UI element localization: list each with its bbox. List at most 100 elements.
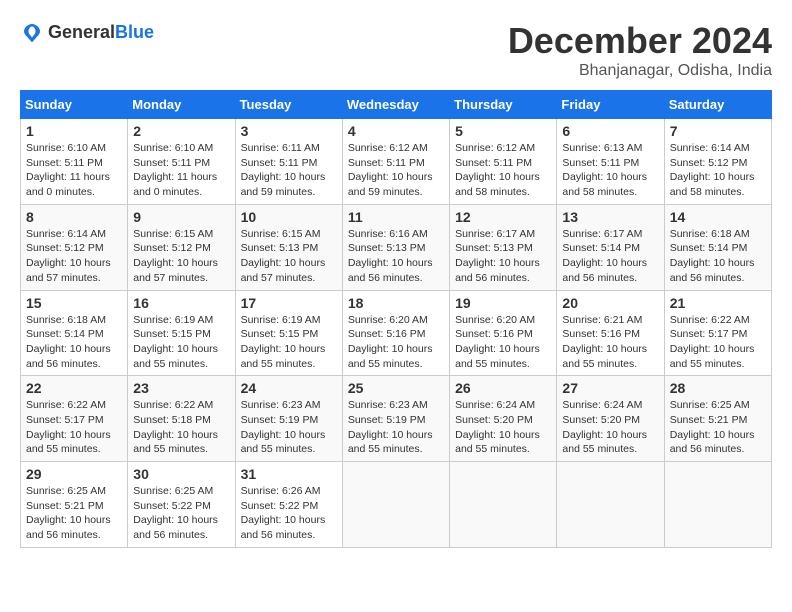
calendar-cell: 20 Sunrise: 6:21 AM Sunset: 5:16 PM Dayl… xyxy=(557,290,664,376)
cell-day-number: 18 xyxy=(348,295,444,311)
cell-info: Sunrise: 6:22 AM Sunset: 5:17 PM Dayligh… xyxy=(670,313,766,372)
calendar-cell: 22 Sunrise: 6:22 AM Sunset: 5:17 PM Dayl… xyxy=(21,376,128,462)
cell-day-number: 7 xyxy=(670,123,766,139)
cell-day-number: 16 xyxy=(133,295,229,311)
weekday-header-cell: Monday xyxy=(128,91,235,119)
calendar-cell: 18 Sunrise: 6:20 AM Sunset: 5:16 PM Dayl… xyxy=(342,290,449,376)
calendar-cell: 2 Sunrise: 6:10 AM Sunset: 5:11 PM Dayli… xyxy=(128,119,235,205)
cell-day-number: 3 xyxy=(241,123,337,139)
cell-day-number: 6 xyxy=(562,123,658,139)
cell-day-number: 13 xyxy=(562,209,658,225)
cell-day-number: 15 xyxy=(26,295,122,311)
calendar-table: SundayMondayTuesdayWednesdayThursdayFrid… xyxy=(20,90,772,548)
cell-day-number: 31 xyxy=(241,466,337,482)
cell-info: Sunrise: 6:20 AM Sunset: 5:16 PM Dayligh… xyxy=(455,313,551,372)
calendar-cell: 8 Sunrise: 6:14 AM Sunset: 5:12 PM Dayli… xyxy=(21,204,128,290)
calendar-cell: 11 Sunrise: 6:16 AM Sunset: 5:13 PM Dayl… xyxy=(342,204,449,290)
weekday-header-cell: Wednesday xyxy=(342,91,449,119)
cell-info: Sunrise: 6:10 AM Sunset: 5:11 PM Dayligh… xyxy=(133,141,229,200)
calendar-week-row: 29 Sunrise: 6:25 AM Sunset: 5:21 PM Dayl… xyxy=(21,462,772,548)
cell-info: Sunrise: 6:26 AM Sunset: 5:22 PM Dayligh… xyxy=(241,484,337,543)
logo-icon xyxy=(20,20,44,44)
cell-day-number: 10 xyxy=(241,209,337,225)
calendar-cell: 15 Sunrise: 6:18 AM Sunset: 5:14 PM Dayl… xyxy=(21,290,128,376)
cell-info: Sunrise: 6:22 AM Sunset: 5:17 PM Dayligh… xyxy=(26,398,122,457)
cell-info: Sunrise: 6:15 AM Sunset: 5:12 PM Dayligh… xyxy=(133,227,229,286)
calendar-cell xyxy=(450,462,557,548)
cell-info: Sunrise: 6:19 AM Sunset: 5:15 PM Dayligh… xyxy=(241,313,337,372)
cell-day-number: 19 xyxy=(455,295,551,311)
calendar-cell: 19 Sunrise: 6:20 AM Sunset: 5:16 PM Dayl… xyxy=(450,290,557,376)
calendar-cell: 7 Sunrise: 6:14 AM Sunset: 5:12 PM Dayli… xyxy=(664,119,771,205)
calendar-cell: 4 Sunrise: 6:12 AM Sunset: 5:11 PM Dayli… xyxy=(342,119,449,205)
cell-info: Sunrise: 6:23 AM Sunset: 5:19 PM Dayligh… xyxy=(348,398,444,457)
cell-day-number: 8 xyxy=(26,209,122,225)
calendar-week-row: 1 Sunrise: 6:10 AM Sunset: 5:11 PM Dayli… xyxy=(21,119,772,205)
cell-info: Sunrise: 6:24 AM Sunset: 5:20 PM Dayligh… xyxy=(455,398,551,457)
cell-info: Sunrise: 6:19 AM Sunset: 5:15 PM Dayligh… xyxy=(133,313,229,372)
calendar-cell: 17 Sunrise: 6:19 AM Sunset: 5:15 PM Dayl… xyxy=(235,290,342,376)
calendar-cell: 14 Sunrise: 6:18 AM Sunset: 5:14 PM Dayl… xyxy=(664,204,771,290)
cell-info: Sunrise: 6:14 AM Sunset: 5:12 PM Dayligh… xyxy=(26,227,122,286)
cell-day-number: 22 xyxy=(26,380,122,396)
calendar-cell: 6 Sunrise: 6:13 AM Sunset: 5:11 PM Dayli… xyxy=(557,119,664,205)
cell-info: Sunrise: 6:25 AM Sunset: 5:22 PM Dayligh… xyxy=(133,484,229,543)
cell-info: Sunrise: 6:12 AM Sunset: 5:11 PM Dayligh… xyxy=(348,141,444,200)
calendar-cell: 9 Sunrise: 6:15 AM Sunset: 5:12 PM Dayli… xyxy=(128,204,235,290)
calendar-cell: 23 Sunrise: 6:22 AM Sunset: 5:18 PM Dayl… xyxy=(128,376,235,462)
cell-info: Sunrise: 6:20 AM Sunset: 5:16 PM Dayligh… xyxy=(348,313,444,372)
calendar-cell: 25 Sunrise: 6:23 AM Sunset: 5:19 PM Dayl… xyxy=(342,376,449,462)
weekday-header-cell: Tuesday xyxy=(235,91,342,119)
cell-info: Sunrise: 6:25 AM Sunset: 5:21 PM Dayligh… xyxy=(26,484,122,543)
cell-day-number: 24 xyxy=(241,380,337,396)
cell-day-number: 5 xyxy=(455,123,551,139)
location-title: Bhanjanagar, Odisha, India xyxy=(508,62,772,80)
calendar-cell: 1 Sunrise: 6:10 AM Sunset: 5:11 PM Dayli… xyxy=(21,119,128,205)
calendar-cell: 3 Sunrise: 6:11 AM Sunset: 5:11 PM Dayli… xyxy=(235,119,342,205)
calendar-week-row: 22 Sunrise: 6:22 AM Sunset: 5:17 PM Dayl… xyxy=(21,376,772,462)
calendar-cell: 29 Sunrise: 6:25 AM Sunset: 5:21 PM Dayl… xyxy=(21,462,128,548)
cell-info: Sunrise: 6:13 AM Sunset: 5:11 PM Dayligh… xyxy=(562,141,658,200)
cell-day-number: 30 xyxy=(133,466,229,482)
cell-info: Sunrise: 6:25 AM Sunset: 5:21 PM Dayligh… xyxy=(670,398,766,457)
calendar-cell: 12 Sunrise: 6:17 AM Sunset: 5:13 PM Dayl… xyxy=(450,204,557,290)
cell-day-number: 27 xyxy=(562,380,658,396)
calendar-cell: 28 Sunrise: 6:25 AM Sunset: 5:21 PM Dayl… xyxy=(664,376,771,462)
cell-day-number: 9 xyxy=(133,209,229,225)
cell-info: Sunrise: 6:17 AM Sunset: 5:13 PM Dayligh… xyxy=(455,227,551,286)
weekday-header-cell: Thursday xyxy=(450,91,557,119)
cell-day-number: 12 xyxy=(455,209,551,225)
cell-info: Sunrise: 6:24 AM Sunset: 5:20 PM Dayligh… xyxy=(562,398,658,457)
cell-info: Sunrise: 6:21 AM Sunset: 5:16 PM Dayligh… xyxy=(562,313,658,372)
cell-day-number: 14 xyxy=(670,209,766,225)
cell-day-number: 25 xyxy=(348,380,444,396)
calendar-cell: 10 Sunrise: 6:15 AM Sunset: 5:13 PM Dayl… xyxy=(235,204,342,290)
calendar-cell: 27 Sunrise: 6:24 AM Sunset: 5:20 PM Dayl… xyxy=(557,376,664,462)
calendar-cell: 21 Sunrise: 6:22 AM Sunset: 5:17 PM Dayl… xyxy=(664,290,771,376)
weekday-header-cell: Saturday xyxy=(664,91,771,119)
weekday-header-cell: Friday xyxy=(557,91,664,119)
cell-day-number: 26 xyxy=(455,380,551,396)
cell-info: Sunrise: 6:10 AM Sunset: 5:11 PM Dayligh… xyxy=(26,141,122,200)
calendar-week-row: 8 Sunrise: 6:14 AM Sunset: 5:12 PM Dayli… xyxy=(21,204,772,290)
cell-day-number: 17 xyxy=(241,295,337,311)
logo: GeneralBlue xyxy=(20,20,154,44)
cell-info: Sunrise: 6:15 AM Sunset: 5:13 PM Dayligh… xyxy=(241,227,337,286)
cell-info: Sunrise: 6:14 AM Sunset: 5:12 PM Dayligh… xyxy=(670,141,766,200)
calendar-cell xyxy=(342,462,449,548)
cell-day-number: 23 xyxy=(133,380,229,396)
logo-text-general: General xyxy=(48,22,115,42)
cell-day-number: 28 xyxy=(670,380,766,396)
logo-text-blue: Blue xyxy=(115,22,154,42)
cell-info: Sunrise: 6:16 AM Sunset: 5:13 PM Dayligh… xyxy=(348,227,444,286)
cell-info: Sunrise: 6:17 AM Sunset: 5:14 PM Dayligh… xyxy=(562,227,658,286)
calendar-cell: 16 Sunrise: 6:19 AM Sunset: 5:15 PM Dayl… xyxy=(128,290,235,376)
cell-day-number: 4 xyxy=(348,123,444,139)
calendar-cell: 31 Sunrise: 6:26 AM Sunset: 5:22 PM Dayl… xyxy=(235,462,342,548)
calendar-cell: 24 Sunrise: 6:23 AM Sunset: 5:19 PM Dayl… xyxy=(235,376,342,462)
cell-info: Sunrise: 6:22 AM Sunset: 5:18 PM Dayligh… xyxy=(133,398,229,457)
calendar-cell: 5 Sunrise: 6:12 AM Sunset: 5:11 PM Dayli… xyxy=(450,119,557,205)
calendar-week-row: 15 Sunrise: 6:18 AM Sunset: 5:14 PM Dayl… xyxy=(21,290,772,376)
cell-day-number: 29 xyxy=(26,466,122,482)
weekday-header-cell: Sunday xyxy=(21,91,128,119)
